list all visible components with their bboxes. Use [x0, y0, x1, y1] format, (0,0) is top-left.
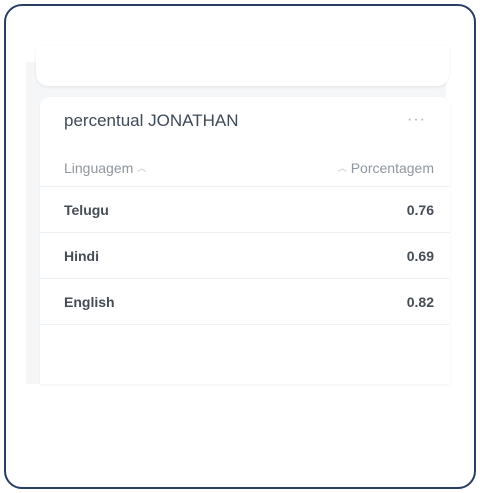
cell-percentage: 0.69 [406, 247, 434, 264]
table-row: Telugu 0.76 [40, 187, 450, 233]
chevron-up-icon: ︿ [337, 163, 347, 173]
column-header-percentage[interactable]: ︿ Porcentagem [338, 160, 434, 176]
cell-language: English [64, 293, 115, 310]
cell-percentage: 0.82 [406, 293, 434, 310]
chevron-up-icon: ︿ [137, 163, 147, 173]
dashboard-card: percentual JONATHAN ··· Linguagem ︿ ︿ Po… [40, 97, 450, 384]
table-row: Hindi 0.69 [40, 233, 450, 279]
card-title: percentual JONATHAN [64, 111, 239, 130]
data-table: Linguagem ︿ ︿ Porcentagem Telugu 0.76 Hi… [40, 149, 450, 325]
column-header-label: Linguagem [64, 159, 134, 176]
screenshot-frame: percentual JONATHAN ··· Linguagem ︿ ︿ Po… [4, 4, 476, 489]
table-header-row: Linguagem ︿ ︿ Porcentagem [40, 149, 450, 187]
column-header-language[interactable]: Linguagem ︿ [64, 160, 146, 176]
previous-dashboard-card [36, 46, 449, 86]
cell-percentage: 0.76 [406, 201, 434, 218]
column-header-label: Porcentagem [350, 159, 434, 176]
table-row: English 0.82 [40, 279, 450, 325]
cell-language: Telugu [64, 201, 109, 218]
cell-language: Hindi [64, 247, 99, 264]
more-horizontal-icon[interactable]: ··· [407, 111, 426, 129]
